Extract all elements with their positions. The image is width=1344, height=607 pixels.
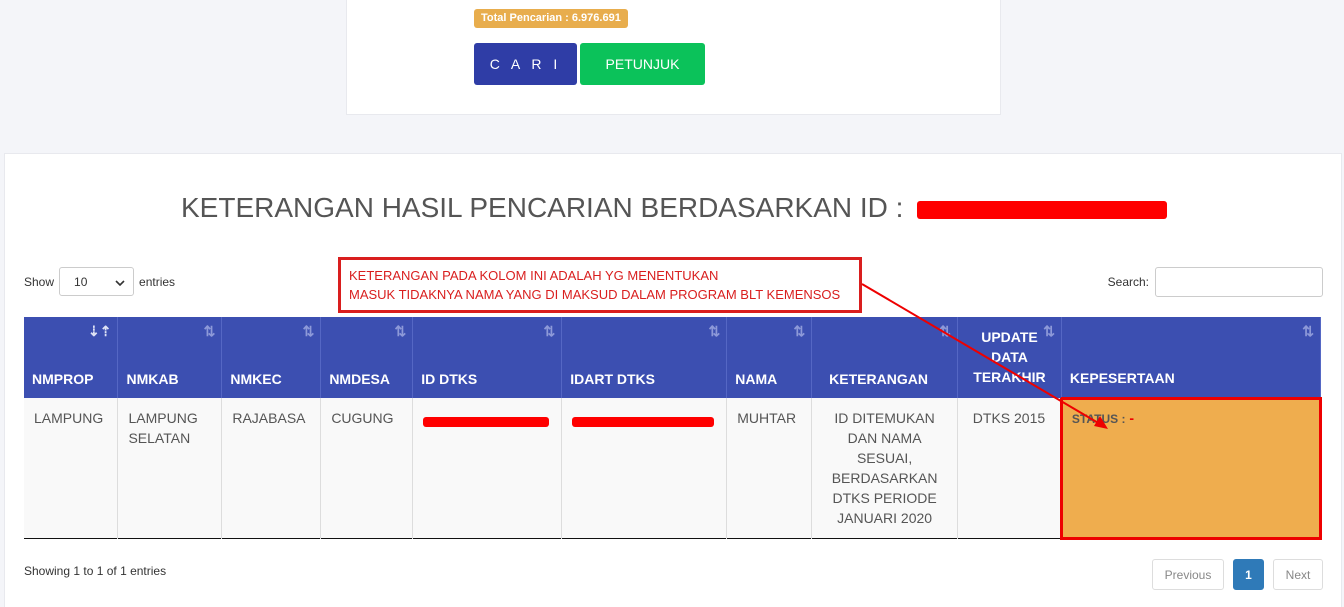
annotation-arrow bbox=[861, 283, 1108, 429]
table-info: Showing 1 to 1 of 1 entries bbox=[24, 564, 167, 578]
current-page-button[interactable]: 1 bbox=[1233, 559, 1264, 590]
previous-page-button[interactable]: Previous bbox=[1152, 559, 1224, 590]
pagination: Previous 1 Next bbox=[1152, 559, 1323, 590]
next-page-button[interactable]: Next bbox=[1273, 559, 1323, 590]
